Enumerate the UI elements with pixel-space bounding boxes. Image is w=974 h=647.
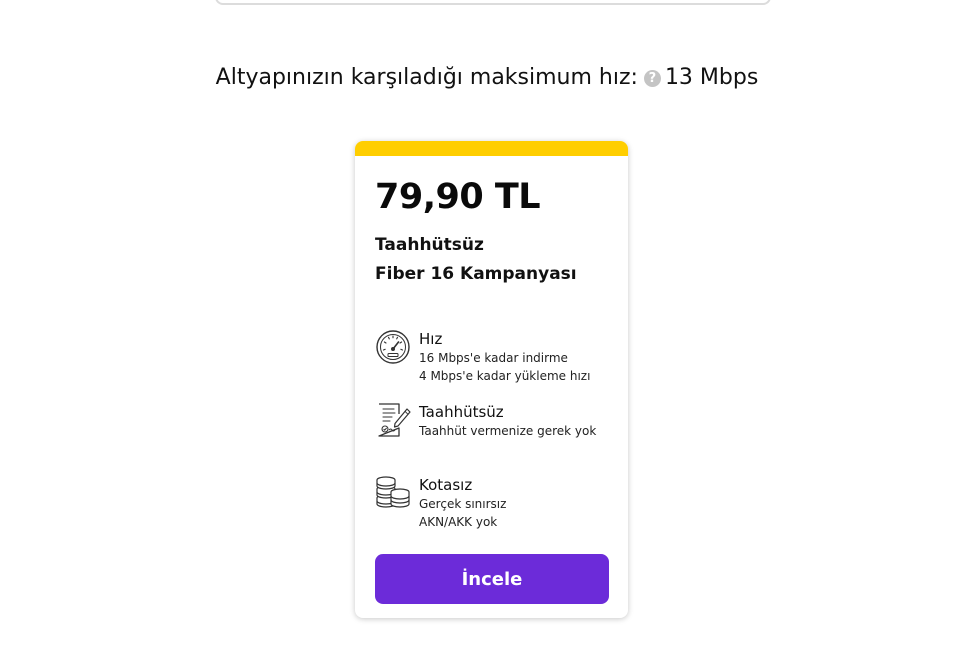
- feature-title: Taahhütsüz: [419, 403, 504, 421]
- max-speed-value: 13 Mbps: [664, 65, 759, 90]
- card-accent-bar: [355, 141, 628, 156]
- coins-stack-icon: [376, 476, 410, 508]
- tariff-price: 79,90 TL: [375, 177, 541, 217]
- feature-desc: AKN/AKK yok: [419, 515, 498, 529]
- tariff-name: Taahhütsüz Fiber 16 Kampanyası: [375, 231, 577, 289]
- tariff-name-line1: Taahhütsüz: [375, 235, 484, 255]
- feature-title: Kotasız: [419, 476, 473, 494]
- tariff-name-line2: Fiber 16 Kampanyası: [375, 264, 577, 284]
- feature-speed-text: Hız 16 Mbps'e kadar indirme 4 Mbps'e kad…: [419, 329, 619, 385]
- view-details-button[interactable]: İncele: [375, 554, 609, 604]
- tariff-card: 79,90 TL Taahhütsüz Fiber 16 Kampanyası: [355, 141, 628, 618]
- feature-desc: Taahhüt vermenize gerek yok: [419, 424, 597, 438]
- feature-desc: Gerçek sınırsız: [419, 497, 507, 511]
- address-search-box[interactable]: [215, 0, 771, 5]
- feature-desc: 16 Mbps'e kadar indirme: [419, 351, 568, 365]
- question-circle-icon[interactable]: ?: [643, 70, 661, 87]
- max-speed-info: Altyapınızın karşıladığı maksimum hız:? 1…: [0, 62, 974, 94]
- feature-desc: 4 Mbps'e kadar yükleme hızı: [419, 369, 591, 383]
- contract-icon: [378, 403, 411, 437]
- max-speed-label: Altyapınızın karşıladığı maksimum hız:: [215, 65, 638, 90]
- speedometer-icon: [376, 330, 410, 364]
- page: Altyapınızın karşıladığı maksimum hız:? 1…: [0, 0, 974, 647]
- feature-title: Hız: [419, 330, 443, 348]
- feature-unlimited-text: Kotasız Gerçek sınırsız AKN/AKK yok: [419, 475, 619, 531]
- feature-no-commitment-text: Taahhütsüz Taahhüt vermenize gerek yok: [419, 402, 619, 440]
